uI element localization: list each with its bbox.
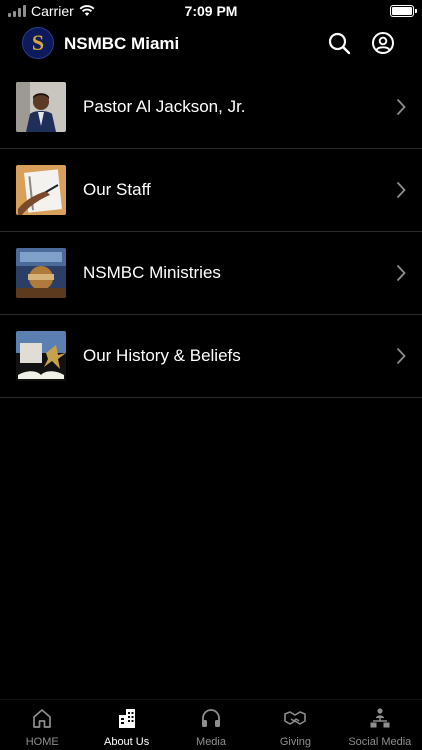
chevron-right-icon [396, 181, 406, 199]
user-circle-icon [372, 32, 394, 54]
tab-label: HOME [25, 736, 59, 748]
home-icon [33, 709, 52, 728]
tab-giving[interactable]: Giving [253, 700, 337, 750]
list-item-ministries[interactable]: NSMBC Ministries [0, 232, 422, 315]
app-header: S NSMBC Miami [0, 22, 422, 66]
list-item-pastor[interactable]: Pastor Al Jackson, Jr. [0, 66, 422, 149]
headphones-icon [202, 709, 221, 727]
app-title: NSMBC Miami [64, 34, 180, 53]
search-icon [328, 32, 351, 55]
list-item-staff[interactable]: Our Staff [0, 149, 422, 232]
profile-button[interactable] [371, 31, 395, 55]
tab-label: Giving [279, 736, 312, 748]
battery-icon [390, 5, 417, 17]
handshake-icon [284, 711, 307, 725]
history-thumbnail [16, 331, 66, 381]
about-menu-list: Pastor Al Jackson, Jr. Our Staff NSMBC M… [0, 66, 422, 398]
tab-home[interactable]: HOME [0, 700, 84, 750]
list-item-label: NSMBC Ministries [83, 263, 221, 282]
status-bar: Carrier 7:09 PM [0, 0, 422, 22]
search-button[interactable] [327, 31, 351, 55]
tab-label: Media [196, 736, 226, 748]
building-icon [118, 709, 135, 728]
list-item-label: Pastor Al Jackson, Jr. [83, 97, 246, 116]
tab-social-media[interactable]: Social Media [338, 700, 422, 750]
chevron-right-icon [396, 347, 406, 365]
list-item-label: Our Staff [83, 180, 151, 199]
chevron-right-icon [396, 98, 406, 116]
network-icon [370, 708, 390, 728]
ministries-thumbnail [16, 248, 66, 298]
tab-media[interactable]: Media [169, 700, 253, 750]
chevron-right-icon [396, 264, 406, 282]
tab-label: Social Media [348, 736, 412, 748]
tab-bar: HOME About Us Media Giving Social Media [0, 699, 422, 750]
tab-about-us[interactable]: About Us [84, 700, 168, 750]
status-time: 7:09 PM [184, 3, 238, 19]
staff-thumbnail [16, 165, 66, 215]
list-item-history[interactable]: Our History & Beliefs [0, 315, 422, 398]
pastor-thumbnail [16, 82, 66, 132]
app-logo: S [22, 27, 54, 59]
tab-label: About Us [103, 736, 150, 748]
list-item-label: Our History & Beliefs [83, 346, 241, 365]
